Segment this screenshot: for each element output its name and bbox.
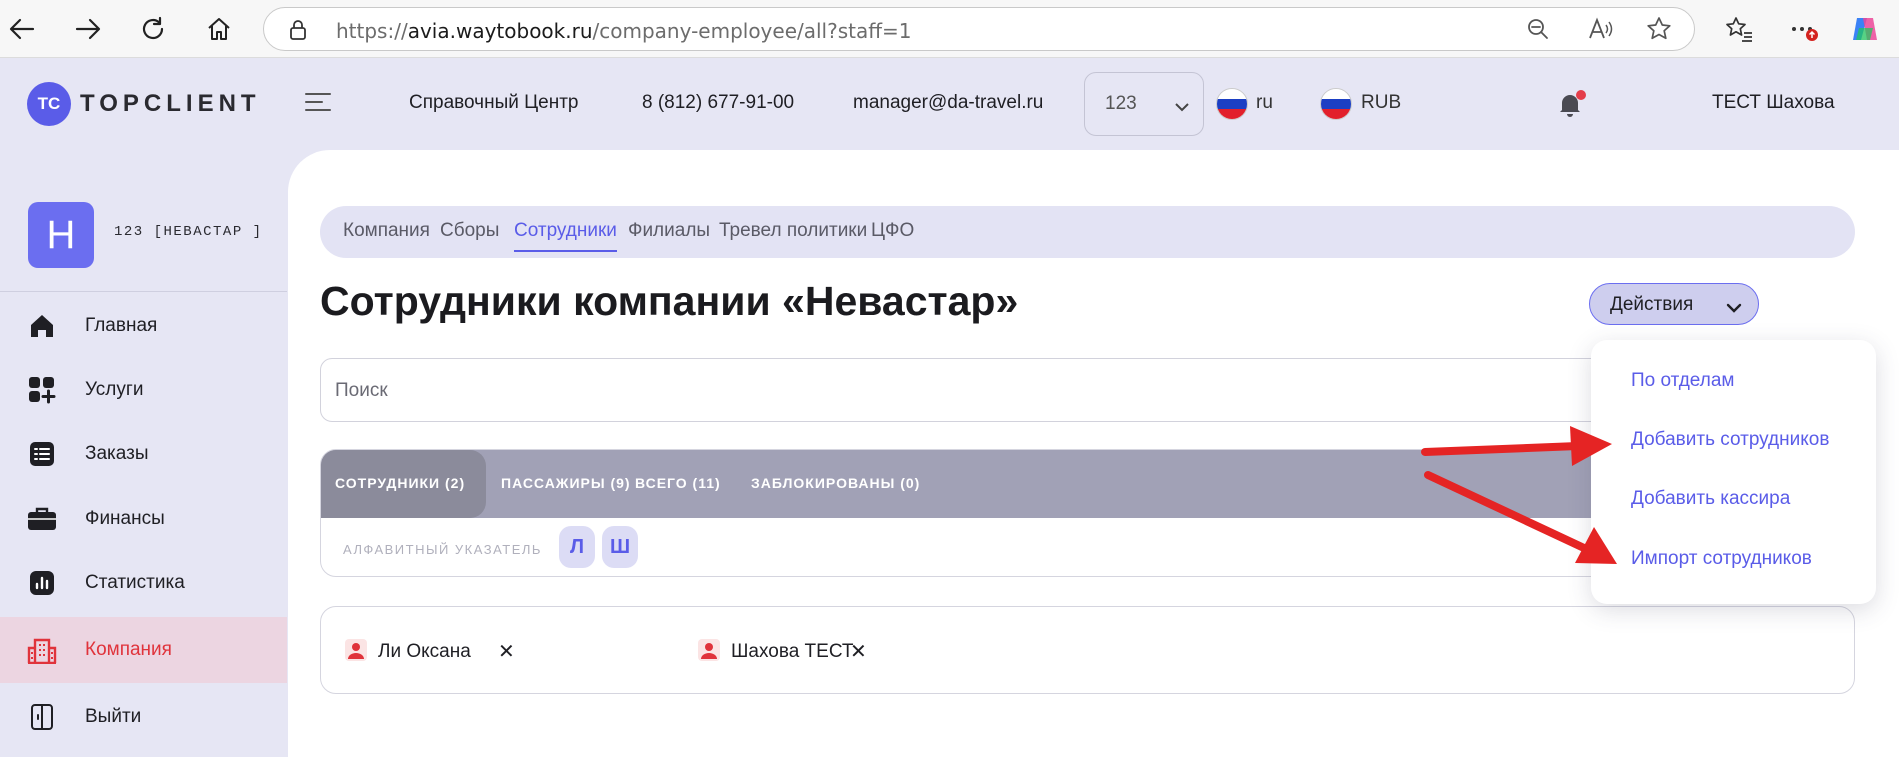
- employee-list: Ли Оксана ✕ Шахова ТЕСТ ✕: [320, 606, 1855, 694]
- alphabet-letter-l[interactable]: Л: [559, 526, 595, 568]
- employee-name: Шахова ТЕСТ: [731, 641, 854, 662]
- actions-button[interactable]: Действия: [1589, 283, 1759, 325]
- hamburger-menu-icon[interactable]: [305, 93, 331, 113]
- actions-dropdown-menu: По отделам Добавить сотрудников Добавить…: [1591, 340, 1876, 604]
- app-header: TC TOPCLIENT Справочный Центр 8 (812) 67…: [0, 58, 1899, 150]
- tab-cfo[interactable]: ЦФО: [871, 220, 914, 242]
- filter-tab-employees[interactable]: СОТРУДНИКИ (2): [335, 475, 465, 491]
- logo-badge: TC: [27, 82, 71, 126]
- sidebar-item-logout[interactable]: Выйти: [0, 684, 287, 750]
- alphabet-index-label: АЛФАВИТНЫЙ УКАЗАТЕЛЬ: [343, 542, 542, 557]
- notification-badge: [1576, 90, 1586, 100]
- favorites-list-icon[interactable]: [1721, 11, 1757, 47]
- menu-item-by-departments[interactable]: По отделам: [1631, 370, 1734, 392]
- back-icon[interactable]: [4, 11, 40, 47]
- russia-flag-icon[interactable]: [1216, 88, 1248, 120]
- help-center-link[interactable]: Справочный Центр: [409, 92, 579, 114]
- briefcase-icon: [27, 504, 57, 534]
- read-aloud-icon[interactable]: [1582, 11, 1618, 47]
- lock-icon: [288, 19, 308, 45]
- currency-label[interactable]: RUB: [1361, 92, 1401, 114]
- sidebar-item-label: Услуги: [85, 379, 144, 400]
- filter-tab-passengers[interactable]: ПАССАЖИРЫ (9): [501, 475, 631, 491]
- org-avatar: Н: [28, 202, 94, 268]
- user-name[interactable]: ТЕСТ Шахова: [1712, 92, 1835, 114]
- chevron-down-icon: [1726, 298, 1742, 317]
- home-icon: [27, 311, 57, 341]
- company-tabs: Компания Сборы Сотрудники Филиалы Тревел…: [320, 206, 1855, 258]
- sidebar-item-label: Статистика: [85, 572, 185, 593]
- sidebar-item-label: Главная: [85, 315, 158, 336]
- statistics-chart-icon: [27, 568, 57, 598]
- refresh-icon[interactable]: [135, 11, 171, 47]
- logout-door-icon: [27, 702, 57, 732]
- person-icon: [345, 639, 367, 665]
- sidebar-divider: [0, 291, 287, 292]
- browser-toolbar: https://avia.waytobook.ru/company-employ…: [0, 0, 1899, 58]
- sidebar-item-label: Выйти: [85, 706, 142, 727]
- sidebar-item-label: Заказы: [85, 443, 149, 464]
- services-grid-icon: [27, 375, 57, 405]
- filter-tab-total[interactable]: ВСЕГО (11): [635, 475, 721, 491]
- remove-employee-icon[interactable]: ✕: [498, 639, 515, 663]
- address-bar[interactable]: https://avia.waytobook.ru/company-employ…: [263, 7, 1695, 51]
- sidebar-item-company[interactable]: Компания: [0, 617, 287, 683]
- sidebar-item-label: Компания: [85, 639, 172, 660]
- sidebar-item-orders[interactable]: Заказы: [0, 421, 287, 487]
- actions-button-label: Действия: [1610, 294, 1694, 315]
- sidebar-item-finance[interactable]: Финансы: [0, 486, 287, 552]
- chevron-down-icon: [1175, 97, 1189, 116]
- sidebar-item-services[interactable]: Услуги: [0, 357, 287, 423]
- tab-company[interactable]: Компания: [343, 220, 430, 242]
- menu-item-add-employees[interactable]: Добавить сотрудников: [1631, 429, 1829, 451]
- account-select-value: 123: [1105, 93, 1137, 114]
- forward-icon[interactable]: [70, 11, 106, 47]
- page-title: Сотрудники компании «Невастар»: [320, 278, 1019, 324]
- copilot-icon[interactable]: [1847, 11, 1883, 47]
- more-menu-icon[interactable]: [1786, 11, 1822, 47]
- employee-name: Ли Оксана: [378, 641, 471, 662]
- zoom-out-icon[interactable]: [1520, 11, 1556, 47]
- alphabet-letter-sh[interactable]: Ш: [602, 526, 638, 568]
- filter-tab-blocked[interactable]: ЗАБЛОКИРОВАНЫ (0): [751, 475, 920, 491]
- sidebar-item-label: Финансы: [85, 508, 165, 529]
- phone-link[interactable]: 8 (812) 677-91-00: [642, 92, 794, 114]
- org-name: 123 [НЕВАСТАР ]: [114, 224, 263, 240]
- person-icon: [698, 639, 720, 665]
- account-select[interactable]: 123: [1084, 72, 1204, 136]
- sidebar-item-statistics[interactable]: Статистика: [0, 550, 287, 616]
- sidebar-item-home[interactable]: Главная: [0, 293, 287, 359]
- home-browser-icon[interactable]: [201, 11, 237, 47]
- remove-employee-icon[interactable]: ✕: [850, 639, 867, 663]
- language-label[interactable]: ru: [1256, 92, 1273, 114]
- favorite-star-icon[interactable]: [1641, 11, 1677, 47]
- currency-flag-icon[interactable]: [1320, 88, 1352, 120]
- orders-list-icon: [27, 439, 57, 469]
- tab-fees[interactable]: Сборы: [440, 220, 499, 242]
- search-input[interactable]: [335, 377, 1335, 405]
- email-link[interactable]: manager@da-travel.ru: [853, 92, 1043, 114]
- building-icon: [27, 635, 57, 665]
- tab-branches[interactable]: Филиалы: [628, 220, 710, 242]
- tab-employees[interactable]: Сотрудники: [514, 220, 617, 252]
- sidebar: Н 123 [НЕВАСТАР ] Главная Услуги Заказы …: [0, 150, 287, 757]
- tab-travel-policies[interactable]: Тревел политики: [719, 220, 867, 242]
- menu-item-import-employees[interactable]: Импорт сотрудников: [1631, 548, 1812, 570]
- logo-text: TOPCLIENT: [80, 90, 261, 117]
- url-text: https://avia.waytobook.ru/company-employ…: [336, 19, 912, 43]
- menu-item-add-cashier[interactable]: Добавить кассира: [1631, 488, 1790, 510]
